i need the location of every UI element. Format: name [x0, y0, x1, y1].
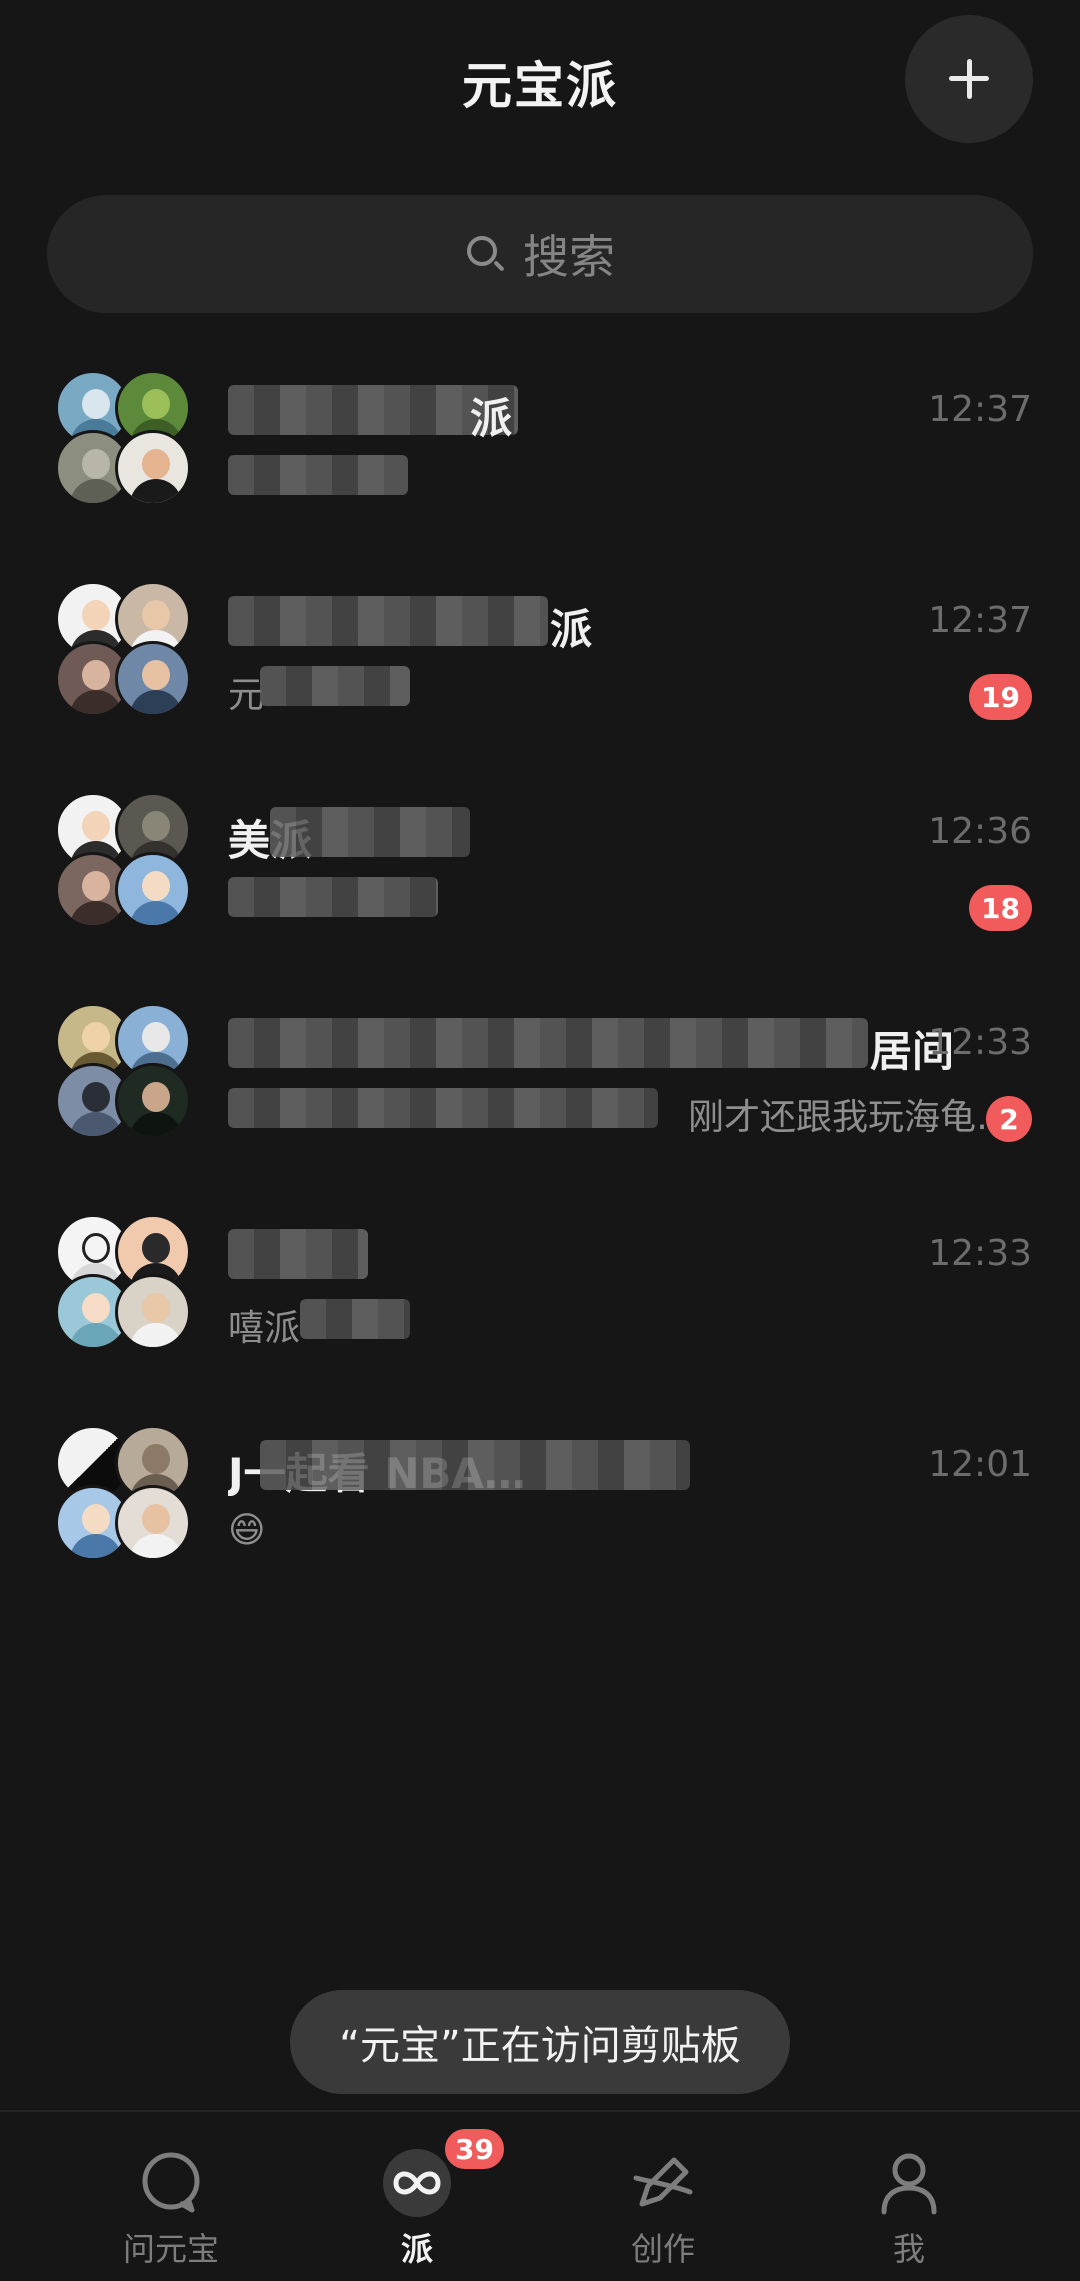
bottom-nav: 问元宝 39 派 创作 我 — [0, 2110, 1080, 2281]
chat-time: 12:33 — [928, 1022, 1032, 1063]
chat-preview: 😄 — [228, 1510, 266, 1551]
nav-label: 创作 — [630, 2230, 695, 2268]
infinity-icon — [382, 2148, 452, 2218]
chat-time: 12:37 — [928, 389, 1032, 430]
unread-badge: 18 — [969, 885, 1032, 931]
chat-item[interactable]: 派 12:37 — [0, 355, 1080, 566]
header: 元宝派 — [0, 0, 1080, 170]
nav-label: 派 — [400, 2230, 433, 2268]
chat-time: 12:37 — [928, 600, 1032, 641]
group-avatar — [55, 1214, 191, 1350]
chat-item[interactable]: J一起看 NBA… 😄 12:01 — [0, 1410, 1080, 1621]
nav-item-create[interactable]: 创作 — [528, 2112, 798, 2281]
unread-badge: 2 — [986, 1096, 1032, 1142]
screen: 元宝派 搜索 派 12:37 派 元 12:37 19 12:36 18 居间 … — [0, 0, 1080, 2281]
toast-message: “元宝”正在访问剪贴板 — [290, 1990, 790, 2094]
pen-icon — [628, 2148, 698, 2218]
nav-item-ask-yuanbao[interactable]: 问元宝 — [36, 2112, 306, 2281]
group-avatar — [55, 1425, 191, 1561]
chat-preview: 刚才还跟我玩海龟… — [688, 1097, 988, 1138]
chat-time: 12:36 — [928, 811, 1032, 852]
add-button[interactable] — [905, 15, 1033, 143]
person-icon — [874, 2148, 944, 2218]
chat-list: 派 12:37 派 元 12:37 19 12:36 18 居间 刚才还跟我玩海… — [0, 355, 1080, 1621]
chat-item[interactable]: 美派 12:36 18 — [0, 777, 1080, 988]
chat-item[interactable]: 派 元 12:37 19 — [0, 566, 1080, 777]
chat-bubble-icon — [136, 2148, 206, 2218]
nav-badge: 39 — [442, 2126, 507, 2172]
nav-label: 问元宝 — [122, 2230, 219, 2268]
chat-time: 12:01 — [928, 1444, 1032, 1485]
group-avatar — [55, 370, 191, 506]
group-avatar — [55, 792, 191, 928]
chat-name — [228, 1229, 928, 1285]
nav-item-pai[interactable]: 39 派 — [282, 2112, 552, 2281]
group-avatar — [55, 1003, 191, 1139]
chat-item[interactable]: 嘻派 12:33 — [0, 1199, 1080, 1410]
unread-badge: 19 — [969, 674, 1032, 720]
group-avatar — [55, 581, 191, 717]
chat-time: 12:33 — [928, 1233, 1032, 1274]
search-icon — [465, 234, 505, 274]
search-placeholder: 搜索 — [523, 230, 615, 284]
chat-item[interactable]: 居间 刚才还跟我玩海龟… 12:33 2 — [0, 988, 1080, 1199]
search-input[interactable]: 搜索 — [47, 195, 1033, 313]
nav-item-me[interactable]: 我 — [774, 2112, 1044, 2281]
nav-label: 我 — [892, 2230, 925, 2268]
